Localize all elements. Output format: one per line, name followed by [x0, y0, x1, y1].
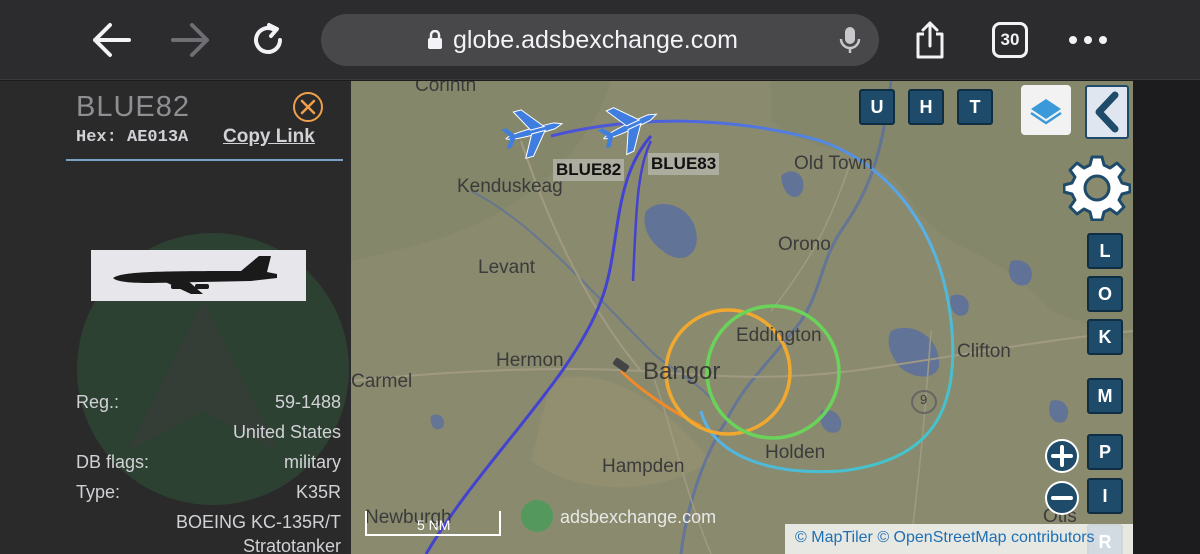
type-value: K35R: [295, 482, 341, 502]
copy-link[interactable]: Copy Link: [223, 126, 315, 148]
minus-icon: [1051, 496, 1073, 500]
lock-icon: [427, 29, 443, 55]
place-label: Levant: [478, 257, 536, 278]
place-label: Kenduskeag: [457, 176, 563, 197]
settings-gear-icon[interactable]: [1063, 153, 1131, 221]
map-canvas: [351, 81, 1133, 554]
map-attribution[interactable]: © MapTiler © OpenStreetMap contributors: [785, 524, 1133, 554]
aircraft-photo: [91, 250, 306, 301]
place-label: Old Town: [794, 153, 873, 174]
place-label: Holden: [765, 442, 826, 463]
hex-code: Hex: AE013A: [76, 128, 189, 147]
map-button-m[interactable]: M: [1087, 378, 1123, 414]
map-button-i[interactable]: I: [1087, 478, 1123, 514]
browser-toolbar: globe.adsbexchange.com 30: [0, 0, 1200, 80]
aircraft-label-blue83[interactable]: BLUE83: [648, 153, 720, 175]
reg-label: Reg.:: [76, 392, 120, 412]
toggle-sidebar-button[interactable]: [1085, 85, 1129, 139]
tabs-button[interactable]: 30: [992, 22, 1028, 58]
place-label: Hermon: [496, 350, 564, 371]
description-line2: Stratotanker: [242, 536, 341, 554]
place-label: Eddington: [736, 325, 822, 346]
map-button-l[interactable]: L: [1087, 233, 1123, 269]
map-button-o[interactable]: O: [1087, 276, 1123, 312]
scale-label: 5 NM: [417, 517, 451, 533]
background-logo-arrow: [128, 301, 278, 451]
place-label: Clifton: [957, 341, 1011, 362]
place-label: Corinth: [415, 81, 477, 96]
map-view[interactable]: Corinth Kenduskeag Old Town Orono Levant…: [351, 81, 1133, 554]
country-value: United States: [232, 422, 341, 442]
place-label: Hampden: [602, 456, 685, 477]
chevron-left-icon: [1095, 91, 1119, 133]
divider: [66, 159, 343, 161]
aircraft-label-blue82[interactable]: BLUE82: [553, 159, 625, 181]
reload-icon[interactable]: [242, 14, 294, 66]
map-button-t[interactable]: T: [957, 89, 993, 125]
aircraft-info-panel: BLUE82 Hex: AE013A Copy Link Reg.: 59-14…: [0, 81, 351, 554]
map-button-k[interactable]: K: [1087, 319, 1123, 355]
place-label: Bangor: [643, 358, 721, 385]
description-line1: BOEING KC-135R/T: [175, 512, 341, 532]
reg-value: 59-1488: [274, 392, 341, 412]
url-text: globe.adsbexchange.com: [453, 26, 738, 54]
address-bar[interactable]: globe.adsbexchange.com: [321, 14, 879, 66]
adsbexchange-logo: [521, 500, 553, 532]
watermark-text: adsbexchange.com: [560, 507, 717, 527]
close-icon: [300, 99, 316, 115]
forward-arrow-icon[interactable]: [164, 14, 216, 66]
place-label: Carmel: [351, 371, 413, 392]
layers-button[interactable]: [1021, 85, 1071, 135]
callsign-title: BLUE82: [76, 91, 191, 123]
plus-icon: [1051, 445, 1073, 467]
zoom-in-button[interactable]: [1045, 439, 1079, 473]
back-arrow-icon[interactable]: [86, 14, 138, 66]
layers-icon: [1030, 99, 1062, 125]
map-button-p[interactable]: P: [1087, 434, 1123, 470]
zoom-out-button[interactable]: [1045, 481, 1079, 515]
db-flags-value: military: [284, 452, 341, 472]
share-icon[interactable]: [904, 14, 956, 66]
more-options-icon[interactable]: [1062, 14, 1114, 66]
type-label: Type:: [76, 482, 121, 502]
close-panel-button[interactable]: [293, 92, 323, 122]
place-label: Orono: [778, 234, 831, 255]
screen: globe.adsbexchange.com 30 BLUE82 Hex: AE…: [0, 0, 1200, 554]
db-flags-label: DB flags:: [76, 452, 150, 472]
microphone-icon[interactable]: [839, 26, 861, 59]
map-button-u[interactable]: U: [859, 89, 895, 125]
route-shield-label: 9: [920, 392, 928, 407]
map-button-h[interactable]: H: [908, 89, 944, 125]
